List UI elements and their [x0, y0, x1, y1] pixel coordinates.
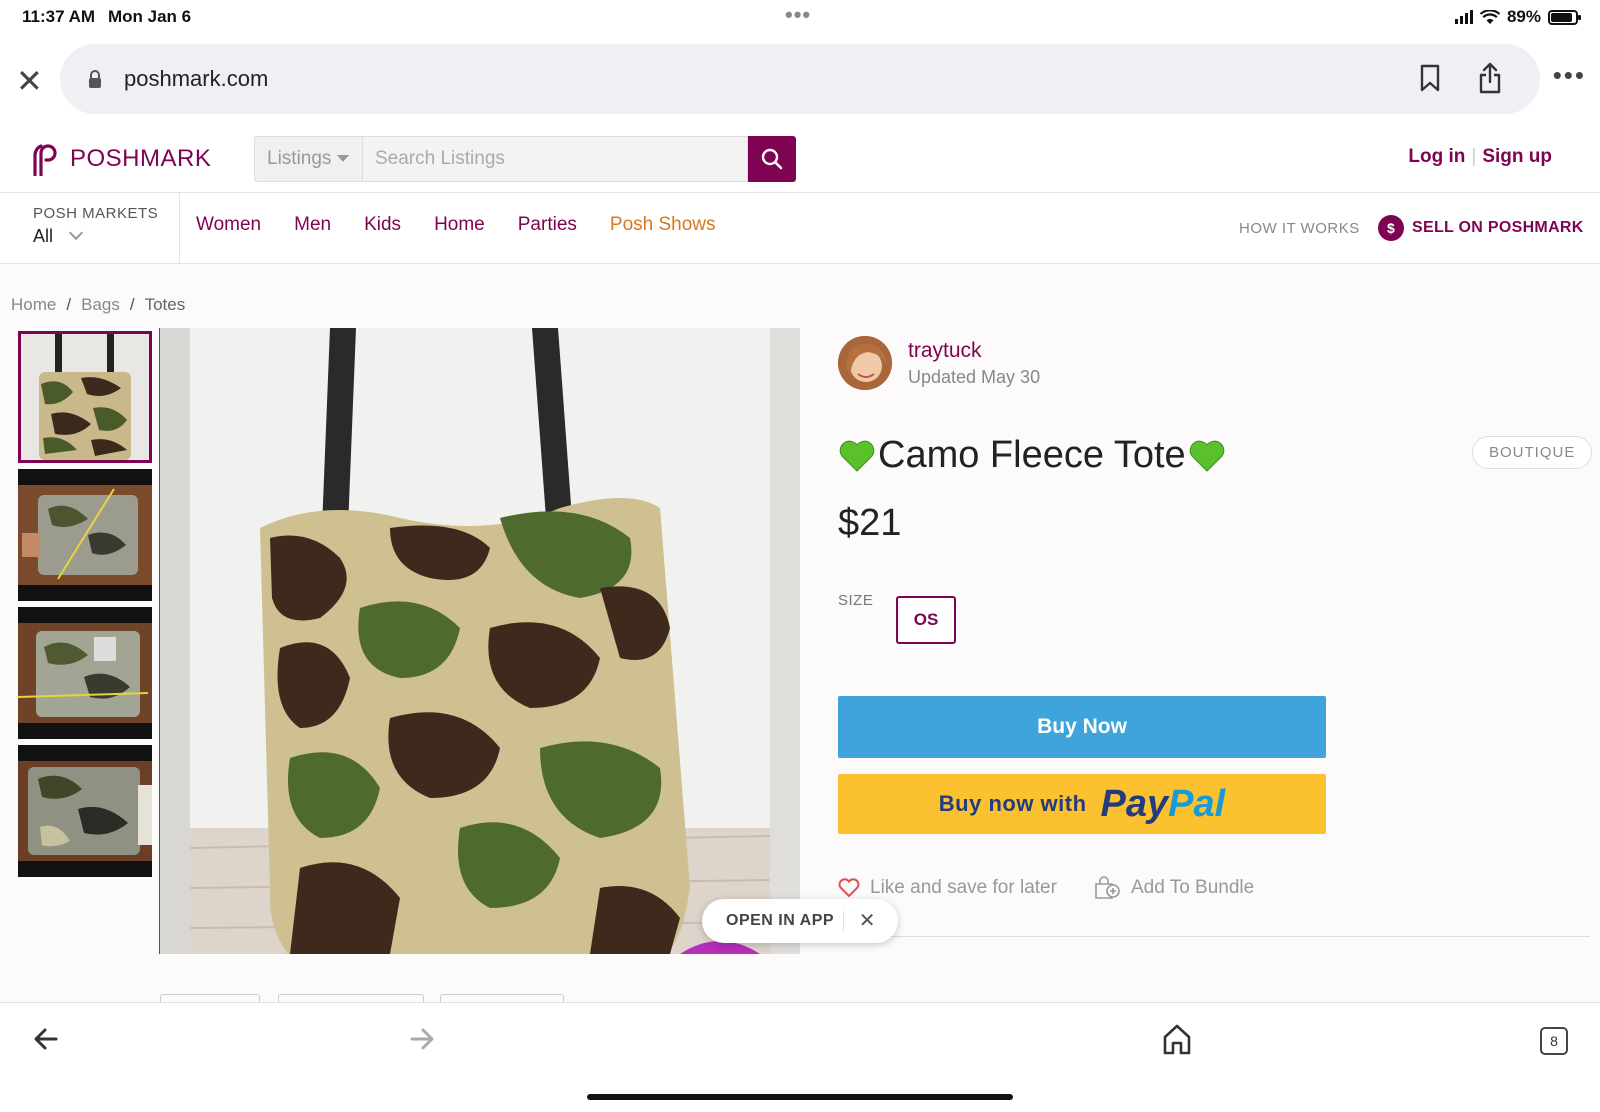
bookmark-icon[interactable]	[1420, 64, 1440, 92]
open-in-app-label[interactable]: OPEN IN APP	[726, 912, 834, 930]
thumbnail-list	[18, 331, 152, 883]
forward-arrow-icon[interactable]	[408, 1025, 436, 1053]
logo-text: POSHMARK	[70, 145, 212, 172]
poshmark-logo[interactable]: POSHMARK	[32, 142, 211, 176]
status-time: 11:37 AM	[22, 7, 96, 26]
size-label: SIZE	[838, 592, 874, 609]
seller-name[interactable]: traytuck	[908, 339, 1040, 363]
paypal-prefix: Buy now with	[938, 791, 1087, 816]
dismiss-icon[interactable]: ✕	[859, 908, 876, 933]
buy-now-button[interactable]: Buy Now	[838, 696, 1326, 758]
dollar-coin-icon: $	[1378, 215, 1404, 241]
listing-title-text: Camo Fleece Tote	[878, 434, 1186, 476]
breadcrumb: Home / Bags / Totes	[11, 295, 186, 314]
auth-links: Log in | Sign up	[1408, 146, 1552, 168]
listing-actions: Like and save for later Add To Bundle	[838, 876, 1254, 900]
login-link[interactable]: Log in	[1408, 146, 1465, 167]
seller-avatar[interactable]	[838, 336, 892, 390]
breadcrumb-home[interactable]: Home	[11, 295, 56, 314]
thumbnail-3[interactable]	[18, 607, 152, 739]
seller-info[interactable]: traytuck Updated May 30	[838, 336, 1040, 390]
signup-link[interactable]: Sign up	[1482, 146, 1552, 167]
battery-percent: 89%	[1506, 7, 1541, 26]
lock-icon	[89, 70, 101, 88]
bundle-icon	[1095, 876, 1120, 899]
search-category-value: Listings	[267, 148, 332, 169]
status-date: Mon Jan 6	[108, 7, 192, 26]
bundle-label: Add To Bundle	[1130, 877, 1255, 898]
updated-date: Updated May 30	[908, 366, 1041, 387]
open-in-app-banner[interactable]: OPEN IN APP ✕	[702, 899, 898, 943]
url-text[interactable]: poshmark.com	[124, 66, 268, 92]
thumbnail-2[interactable]	[18, 469, 152, 601]
paypal-button[interactable]: Buy now with PayPal	[838, 774, 1326, 834]
posh-markets-label: POSH MARKETS	[33, 205, 159, 222]
breadcrumb-totes[interactable]: Totes	[145, 295, 186, 314]
signal-icon	[1454, 10, 1473, 24]
back-arrow-icon[interactable]	[32, 1025, 60, 1053]
more-options-icon[interactable]: •••	[1553, 60, 1586, 91]
nav-kids[interactable]: Kids	[364, 214, 401, 236]
section-divider	[838, 936, 1590, 937]
search-category-dropdown[interactable]: Listings	[254, 136, 362, 182]
posh-markets-value: All	[33, 226, 54, 246]
close-icon[interactable]: ✕	[16, 62, 43, 100]
nav-men[interactable]: Men	[294, 214, 331, 236]
nav-parties[interactable]: Parties	[518, 214, 577, 236]
search-bar: Listings	[254, 136, 796, 182]
how-it-works-link[interactable]: HOW IT WORKS	[1239, 220, 1360, 237]
like-label: Like and save for later	[870, 877, 1057, 898]
breadcrumb-bags[interactable]: Bags	[81, 295, 120, 314]
tabs-button[interactable]: 8	[1540, 1027, 1568, 1055]
nav-women[interactable]: Women	[196, 214, 261, 236]
wifi-icon	[1479, 9, 1500, 24]
like-button[interactable]: Like and save for later	[838, 876, 1057, 900]
home-icon[interactable]	[1162, 1023, 1192, 1055]
status-bar: 11:37 AM Mon Jan 6 ••• 89%	[0, 0, 1600, 34]
add-to-bundle-button[interactable]: Add To Bundle	[1093, 876, 1254, 900]
nav-posh-shows[interactable]: Posh Shows	[610, 214, 716, 236]
thumbnail-4[interactable]	[18, 745, 152, 877]
listing-price: $21	[838, 502, 902, 544]
category-nav: POSH MARKETS All Women Men Kids Home Par…	[0, 192, 1600, 264]
search-button[interactable]	[748, 136, 796, 182]
thumbnail-1[interactable]	[18, 331, 152, 463]
paypal-logo: PayPal	[1100, 782, 1226, 825]
size-option-os[interactable]: OS	[896, 596, 956, 644]
nav-links: Women Men Kids Home Parties Posh Shows	[196, 214, 716, 236]
sell-label: SELL ON POSHMARK	[1412, 219, 1584, 236]
search-input[interactable]	[362, 136, 748, 182]
listing-page: Home / Bags / Totes traytuck Updated May…	[0, 264, 1600, 1004]
status-indicators: 89%	[1454, 7, 1581, 27]
poshmark-logo-icon	[33, 144, 57, 176]
home-indicator[interactable]	[587, 1094, 1013, 1100]
multitask-dots-icon[interactable]: •••	[785, 2, 811, 28]
main-product-image[interactable]	[160, 328, 800, 954]
share-icon[interactable]	[1478, 62, 1502, 94]
green-heart-icon	[839, 440, 875, 472]
battery-icon	[1548, 9, 1581, 25]
address-bar[interactable]: poshmark.com	[60, 44, 1540, 114]
auth-separator: |	[1471, 146, 1477, 167]
posh-markets-selector[interactable]: POSH MARKETS All	[0, 193, 180, 263]
search-icon	[761, 148, 783, 170]
listing-title: Camo Fleece Tote	[838, 434, 1226, 477]
nav-home[interactable]: Home	[434, 214, 485, 236]
caret-down-icon	[337, 155, 350, 163]
boutique-badge: BOUTIQUE	[1472, 436, 1593, 469]
sell-on-poshmark-link[interactable]: $ SELL ON POSHMARK	[1378, 215, 1584, 241]
heart-outline-icon	[838, 878, 860, 898]
chevron-down-icon	[68, 225, 84, 241]
green-heart-icon	[1189, 440, 1224, 472]
